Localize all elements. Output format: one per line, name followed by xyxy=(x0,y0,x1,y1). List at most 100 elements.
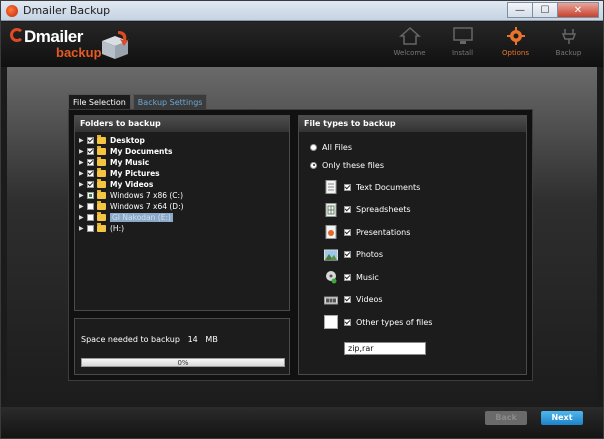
tree-item-drive-d[interactable]: ▶ Windows 7 x64 (D:) xyxy=(79,201,289,212)
tree-item-my-music[interactable]: ▶ My Music xyxy=(79,157,289,168)
expand-arrow-icon[interactable]: ▶ xyxy=(79,203,87,210)
nav-install[interactable]: Install xyxy=(436,24,489,64)
tree-checkbox[interactable] xyxy=(87,192,94,199)
file-type-text-documents[interactable]: Text Documents xyxy=(324,176,432,199)
tree-checkbox[interactable] xyxy=(87,225,94,232)
tree-checkbox[interactable] xyxy=(87,170,94,177)
app-icon xyxy=(6,5,18,17)
tab-backup-settings[interactable]: Backup Settings xyxy=(132,94,208,110)
video-icon xyxy=(324,296,338,305)
file-type-checkbox[interactable] xyxy=(344,296,351,304)
folder-icon xyxy=(97,146,106,155)
music-icon xyxy=(326,271,337,284)
nav-welcome[interactable]: Welcome xyxy=(383,24,436,64)
maximize-button[interactable]: ☐ xyxy=(532,2,558,18)
file-type-spreadsheets[interactable]: Spreadsheets xyxy=(324,199,432,222)
backup-progress-bar: 0% xyxy=(81,358,285,367)
tree-item-drive-e[interactable]: ▶ GI Nakodan (E:) xyxy=(79,212,289,223)
file-type-checkbox[interactable] xyxy=(344,228,351,236)
monitor-icon xyxy=(452,27,473,44)
folder-icon xyxy=(97,190,106,199)
space-panel: Space needed to backup 14 MB 0% xyxy=(74,318,290,375)
expand-arrow-icon[interactable]: ▶ xyxy=(79,225,87,232)
app-header: Dmailer backup Welcome Install Options B… xyxy=(1,22,603,67)
title-bar: Dmailer Backup — ☐ ✕ xyxy=(1,1,603,21)
text-document-icon xyxy=(325,180,337,195)
expand-arrow-icon[interactable]: ▶ xyxy=(79,170,87,177)
plug-icon xyxy=(561,29,576,44)
spreadsheet-icon xyxy=(325,202,337,217)
folders-panel: Folders to backup ▶ Desktop ▶ My Documen… xyxy=(74,115,290,311)
back-button[interactable]: Back xyxy=(485,411,527,425)
file-selection-panel: Folders to backup ▶ Desktop ▶ My Documen… xyxy=(68,109,533,381)
file-type-videos[interactable]: Videos xyxy=(324,289,432,312)
logo-word-backup: backup xyxy=(56,45,102,60)
nav-backup[interactable]: Backup xyxy=(542,24,595,64)
folder-icon xyxy=(97,212,106,221)
tab-bar: File Selection Backup Settings xyxy=(68,94,209,110)
tree-checkbox[interactable] xyxy=(87,203,94,210)
expand-arrow-icon[interactable]: ▶ xyxy=(79,181,87,188)
photo-icon xyxy=(324,249,338,261)
minimize-button[interactable]: — xyxy=(507,2,533,18)
file-type-checkbox[interactable] xyxy=(344,251,351,259)
home-icon xyxy=(398,26,421,45)
expand-arrow-icon[interactable]: ▶ xyxy=(79,159,87,166)
space-unit: MB xyxy=(205,335,218,344)
radio-only-these-files[interactable]: Only these files xyxy=(310,156,526,174)
logo-word-dmailer: Dmailer xyxy=(24,27,83,46)
presentation-icon xyxy=(325,225,337,240)
tree-item-drive-h[interactable]: ▶ (H:) xyxy=(79,223,289,234)
tree-item-my-pictures[interactable]: ▶ My Pictures xyxy=(79,168,289,179)
folders-header: Folders to backup xyxy=(75,116,289,132)
radio-button[interactable] xyxy=(310,143,317,151)
dmailer-logo: Dmailer backup xyxy=(10,25,140,65)
expand-arrow-icon[interactable]: ▶ xyxy=(79,137,87,144)
file-types-panel: File types to backup All Files Only thes… xyxy=(298,115,527,375)
file-types-header: File types to backup xyxy=(299,116,526,132)
gear-icon xyxy=(506,27,525,45)
logo-swirl-icon xyxy=(10,28,24,42)
top-navigation: Welcome Install Options Backup xyxy=(383,24,595,64)
file-type-checkbox[interactable] xyxy=(344,206,351,214)
folder-tree: ▶ Desktop ▶ My Documents ▶ My Music ▶ My… xyxy=(75,132,289,234)
next-button[interactable]: Next xyxy=(541,411,583,425)
expand-arrow-icon[interactable]: ▶ xyxy=(79,192,87,199)
window-title: Dmailer Backup xyxy=(23,4,111,17)
radio-button[interactable] xyxy=(310,161,317,169)
tree-item-my-videos[interactable]: ▶ My Videos xyxy=(79,179,289,190)
folder-icon xyxy=(97,157,106,166)
footer-bar: Back Next xyxy=(1,407,603,438)
tree-checkbox[interactable] xyxy=(87,181,94,188)
other-extensions-input[interactable]: zip,rar xyxy=(344,342,426,355)
folder-icon xyxy=(97,201,106,210)
file-type-music[interactable]: Music xyxy=(324,266,432,289)
file-type-list: Text Documents Spreadsheets Presentation… xyxy=(324,176,432,334)
close-button[interactable]: ✕ xyxy=(557,2,599,18)
space-needed-text: Space needed to backup 14 MB xyxy=(81,335,218,344)
tree-checkbox[interactable] xyxy=(87,148,94,155)
file-type-checkbox[interactable] xyxy=(344,183,351,191)
file-type-checkbox[interactable] xyxy=(344,273,351,281)
tab-file-selection[interactable]: File Selection xyxy=(68,94,131,110)
folder-icon xyxy=(97,223,106,232)
expand-arrow-icon[interactable]: ▶ xyxy=(79,214,87,221)
file-type-photos[interactable]: Photos xyxy=(324,244,432,267)
expand-arrow-icon[interactable]: ▶ xyxy=(79,148,87,155)
tree-item-my-documents[interactable]: ▶ My Documents xyxy=(79,146,289,157)
file-type-presentations[interactable]: Presentations xyxy=(324,221,432,244)
radio-all-files[interactable]: All Files xyxy=(310,138,526,156)
tree-item-desktop[interactable]: ▶ Desktop xyxy=(79,135,289,146)
folder-icon xyxy=(97,179,106,188)
tree-item-drive-c[interactable]: ▶ Windows 7 x86 (C:) xyxy=(79,190,289,201)
tree-checkbox[interactable] xyxy=(87,137,94,144)
file-type-other[interactable]: Other types of files xyxy=(324,311,432,334)
tree-checkbox[interactable] xyxy=(87,159,94,166)
folder-icon xyxy=(97,168,106,177)
app-window: Dmailer Backup — ☐ ✕ Dmailer backup Welc… xyxy=(0,0,604,439)
folder-icon xyxy=(97,135,106,144)
tree-checkbox[interactable] xyxy=(87,214,94,221)
nav-options[interactable]: Options xyxy=(489,24,542,64)
space-amount: 14 xyxy=(187,335,198,344)
file-type-checkbox[interactable] xyxy=(344,318,351,326)
